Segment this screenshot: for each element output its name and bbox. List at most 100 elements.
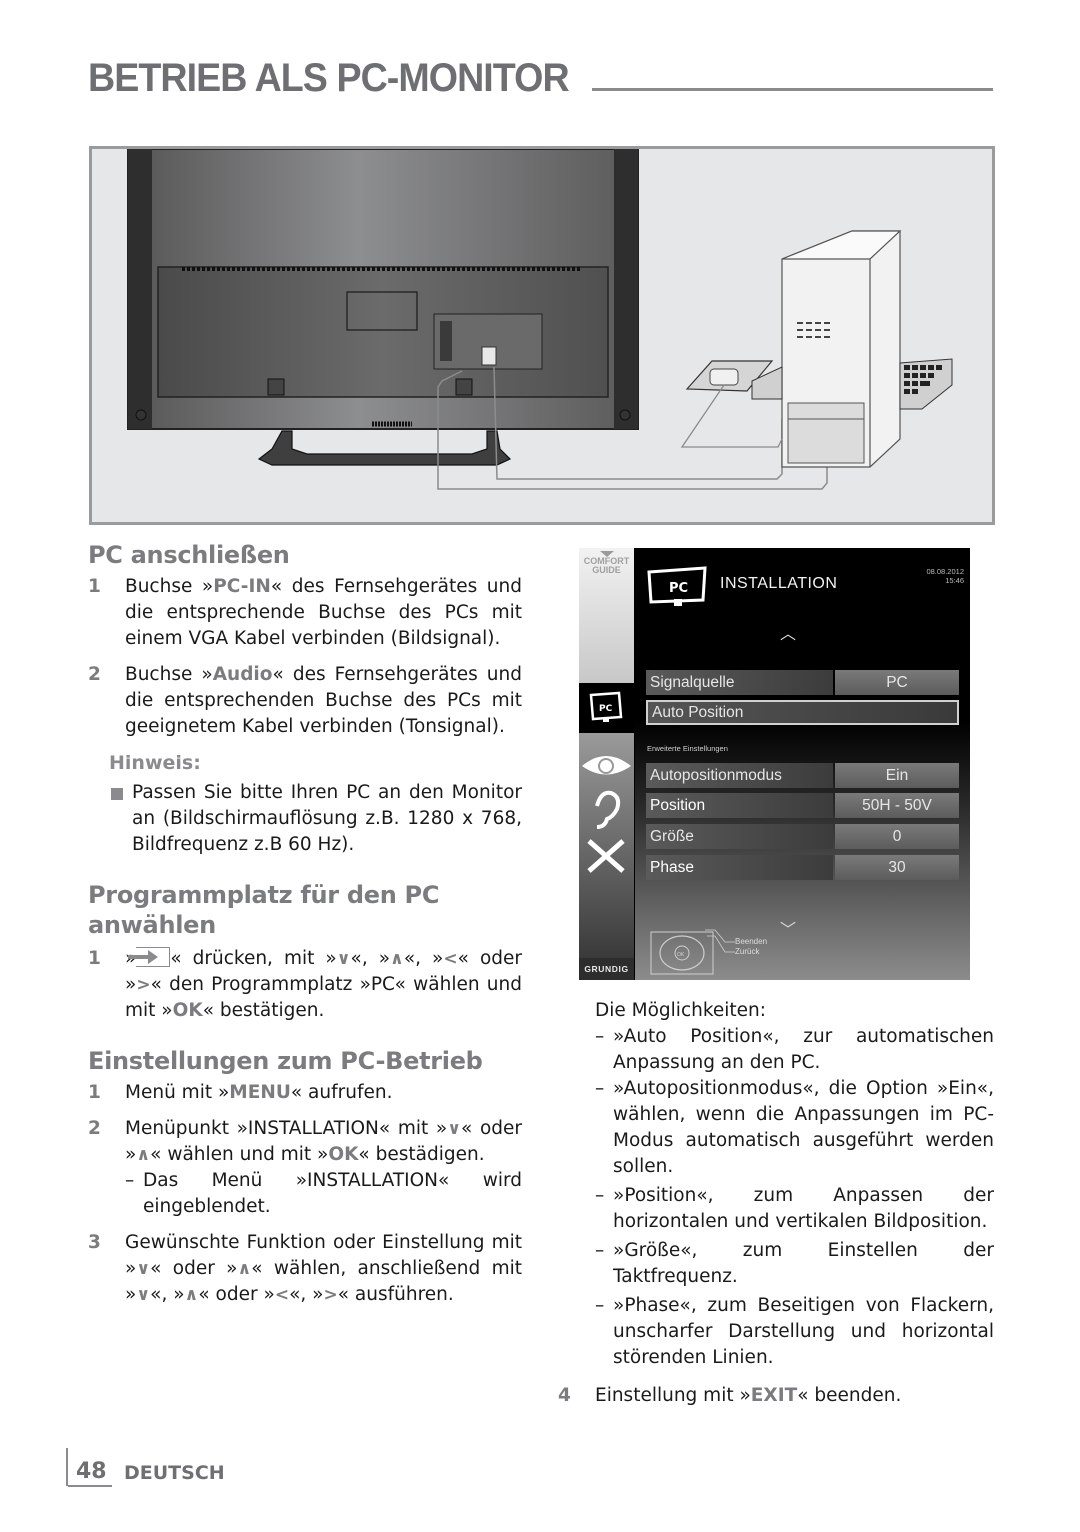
- menu-legend: Beenden Zurück: [735, 937, 767, 957]
- menu-row-autopositionmodus[interactable]: Autopositionmodus Ein: [646, 763, 959, 788]
- dash-bullet: –: [595, 1295, 605, 1316]
- step-number: 1: [88, 948, 101, 969]
- menu-row-groesse[interactable]: Größe 0: [646, 824, 959, 849]
- option-text: »Größe«, zum Einstellen der Taktfrequenz…: [613, 1240, 994, 1287]
- exit-key: EXIT: [750, 1385, 798, 1406]
- menu-row-label: Signalquelle: [646, 670, 833, 695]
- down-key: ∨: [136, 1259, 151, 1279]
- menu-main: PC INSTALLATION 08.08.2012 15:46 ︿ Signa…: [635, 548, 970, 980]
- svg-text:PC: PC: [669, 581, 688, 596]
- menu-row-label: Auto Position: [648, 702, 957, 723]
- menu-row-signalquelle[interactable]: Signalquelle PC: [646, 670, 959, 695]
- advanced-settings-heading: Erweiterte Einstellungen: [647, 744, 728, 753]
- step-text: Menüpunkt »INSTALLATION« mit »: [125, 1118, 448, 1139]
- step-number: 3: [88, 1232, 101, 1253]
- menu-row-label: Phase: [646, 855, 833, 880]
- dash-bullet: –: [595, 1185, 605, 1206]
- connection-diagram: [127, 149, 953, 490]
- connect-step-1: 1 Buchse »PC-IN« des Fernsehgerätes und …: [88, 574, 522, 652]
- step-text: «, »: [350, 948, 391, 969]
- step-text: Buchse »: [125, 576, 214, 597]
- menu-row-label: Größe: [646, 824, 833, 849]
- menu-sidebar: COMFORT GUIDE PC GRUNDIG: [579, 548, 634, 980]
- menu-row-label: Autopositionmodus: [646, 763, 833, 788]
- step-text: « oder »: [198, 1284, 275, 1305]
- scroll-up-icon[interactable]: ︿: [780, 620, 796, 644]
- scroll-down-icon[interactable]: ﹀: [780, 916, 796, 940]
- option-text: »Autopositionmodus«, die Option »Ein«, w…: [613, 1078, 994, 1177]
- legend-back: Zurück: [735, 947, 760, 956]
- step-text: « oder »: [150, 1258, 238, 1279]
- title-rule: [592, 88, 993, 91]
- menu-datetime: 08.08.2012 15:46: [926, 567, 964, 585]
- ear-icon[interactable]: [595, 790, 621, 829]
- left-column: PC anschließen 1 Buchse »PC-IN« des Fern…: [88, 540, 522, 1308]
- connect-step-2: 2 Buchse »Audio« des Fernsehgerätes und …: [88, 662, 522, 740]
- menu-row-value: 30: [835, 855, 959, 880]
- dash-bullet: –: [595, 1026, 605, 1047]
- menu-row-value: 50H - 50V: [835, 793, 959, 818]
- down-key: ∨: [447, 1119, 461, 1139]
- step-text: « beenden.: [797, 1385, 902, 1406]
- menu-row-label: Position: [646, 793, 833, 818]
- svg-text:PC: PC: [599, 704, 613, 714]
- heading-program-select: Programmplatz für den PC anwählen: [88, 881, 440, 939]
- option-item: – »Phase«, zum Beseitigen von Flackern, u…: [595, 1293, 994, 1371]
- settings-step-2-result: – Das Menü »INSTALLATION« wird eingeblen…: [125, 1168, 522, 1220]
- step-number: 2: [88, 1118, 101, 1139]
- option-text: »Auto Position«, zur automatischen Anpas…: [613, 1026, 994, 1073]
- tools-icon[interactable]: [587, 839, 625, 873]
- step-text: « bestädigen.: [358, 1144, 485, 1165]
- result-text: Das Menü »INSTALLATION« wird eingeblende…: [143, 1170, 522, 1217]
- settings-step-4: 4 Einstellung mit »EXIT« beenden.: [558, 1383, 994, 1409]
- settings-step-1: 1 Menü mit »MENU« aufrufen.: [88, 1080, 522, 1106]
- options-list: – »Auto Position«, zur automatischen Anpa…: [595, 1024, 994, 1371]
- dash-bullet: –: [125, 1170, 135, 1191]
- up-key: ∧: [390, 949, 404, 969]
- menu-row-position[interactable]: Position 50H - 50V: [646, 793, 959, 818]
- up-key: ∧: [184, 1285, 199, 1305]
- step-text: «, »: [289, 1284, 324, 1305]
- tv-installation-menu: COMFORT GUIDE PC GRUNDIG PC INSTALLATION…: [579, 548, 970, 980]
- comfort-guide-tab[interactable]: COMFORT GUIDE: [579, 548, 634, 683]
- option-text: »Phase«, zum Beseitigen von Flackern, un…: [613, 1295, 994, 1368]
- sidebar-lower: [579, 733, 634, 958]
- down-key: ∨: [336, 949, 351, 969]
- page-number: 48: [66, 1448, 112, 1487]
- step-number: 1: [88, 1082, 101, 1103]
- tv-rear: [127, 149, 639, 430]
- left-key: <: [274, 1285, 290, 1305]
- menu-title: INSTALLATION: [720, 575, 838, 592]
- grundig-logo: GRUNDIG: [579, 958, 634, 980]
- menu-key: MENU: [229, 1082, 291, 1103]
- page-title: BETRIEB ALS PC-MONITOR: [88, 56, 570, 100]
- step-number: 2: [88, 664, 101, 685]
- connection-illustration: [89, 146, 995, 525]
- option-text: »Position«, zum Anpassen der horizontale…: [613, 1185, 994, 1232]
- step-text: Menü mit »: [125, 1082, 230, 1103]
- menu-date: 08.08.2012: [926, 567, 964, 576]
- eye-icon[interactable]: [582, 756, 631, 775]
- options-intro: Die Möglichkeiten:: [595, 1000, 767, 1021]
- step-text: « aufrufen.: [290, 1082, 393, 1103]
- step-text: «, »: [150, 1284, 185, 1305]
- step-text: « ausführen.: [337, 1284, 454, 1305]
- menu-row-phase[interactable]: Phase 30: [646, 855, 959, 880]
- left-key: <: [443, 949, 458, 969]
- heading-pc-connect: PC anschließen: [88, 541, 290, 569]
- pc-tower: [781, 230, 902, 468]
- step-text: Einstellung mit »: [595, 1385, 751, 1406]
- down-key: ∨: [136, 1285, 151, 1305]
- audio-key: Audio: [212, 664, 273, 685]
- legend-exit: Beenden: [735, 937, 768, 946]
- sidebar-item-pc[interactable]: PC: [579, 683, 634, 733]
- up-key: ∧: [237, 1259, 252, 1279]
- tv-stand: [257, 430, 512, 466]
- note-item: Passen Sie bitte Ihren PC an den Monitor…: [110, 780, 522, 858]
- step-text: « bestätigen.: [202, 1000, 325, 1021]
- menu-row-auto-position[interactable]: Auto Position: [646, 700, 959, 725]
- remote-ok-label: OK: [677, 952, 685, 958]
- dash-bullet: –: [595, 1078, 605, 1099]
- step-text: Buchse »: [125, 664, 213, 685]
- option-item: – »Auto Position«, zur automatischen Anpa…: [595, 1024, 994, 1076]
